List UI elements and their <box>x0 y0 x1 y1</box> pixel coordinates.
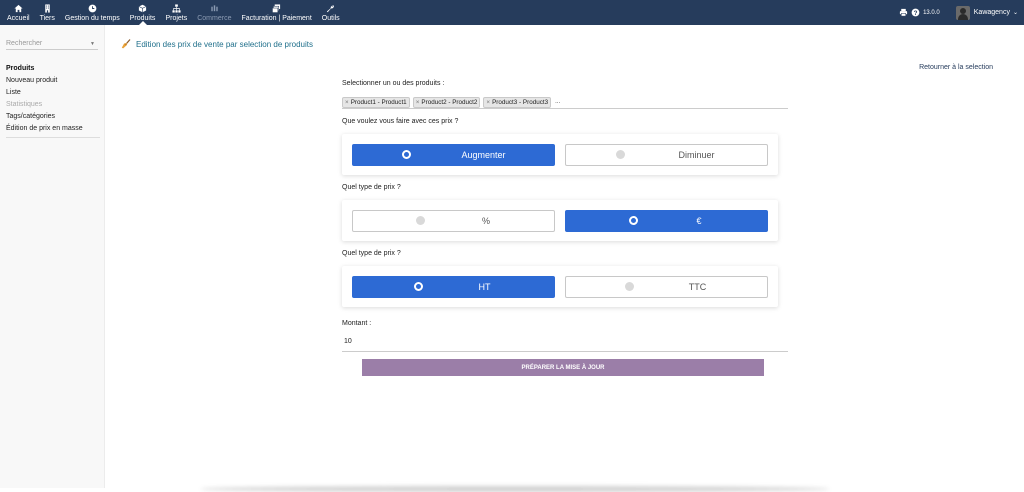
product-tag-label: Product3 - Product3 <box>492 98 549 106</box>
remove-tag-icon[interactable]: × <box>416 99 420 106</box>
search-placeholder: Rechercher <box>6 40 43 47</box>
print-icon[interactable] <box>899 8 908 17</box>
amount-value: 10 <box>344 338 352 345</box>
sidebar-item-tags-categories[interactable]: Tags/catégories <box>6 113 104 120</box>
option-ttc[interactable]: TTC <box>565 275 768 298</box>
nav-label: Commerce <box>197 14 232 22</box>
option-label: HT <box>478 281 491 292</box>
help-icon[interactable]: ? <box>911 8 920 17</box>
sidebar-item-nouveau-produit[interactable]: Nouveau produit <box>6 77 104 84</box>
avatar[interactable] <box>955 5 970 20</box>
nav-item-produits[interactable]: Produits <box>125 0 161 25</box>
nav-item-tiers[interactable]: Tiers <box>35 0 60 25</box>
broom-icon <box>121 39 131 49</box>
version-label: 13.0.0 <box>923 9 940 16</box>
nav-label: Outils <box>321 14 340 22</box>
tax-type-card: HT TTC <box>342 266 778 307</box>
svg-text:?: ? <box>914 10 918 17</box>
page-bottom-shadow <box>200 486 830 492</box>
sidebar-divider <box>6 137 100 138</box>
option-augmenter[interactable]: Augmenter <box>352 143 555 166</box>
option-label: Augmenter <box>461 149 506 160</box>
cube-icon <box>138 4 147 12</box>
nav-label: Gestion du temps <box>64 14 120 22</box>
nav-label: Accueil <box>7 14 30 22</box>
option-label: Diminuer <box>678 149 715 160</box>
sidebar-item-statistiques: Statistiques <box>6 101 43 108</box>
username[interactable]: Kawagency <box>974 9 1010 16</box>
top-menu: Accueil Tiers Gestion du temps Produits … <box>0 0 345 25</box>
option-label: € <box>696 215 702 226</box>
back-to-selection-link[interactable]: Retourner à la selection <box>919 64 993 71</box>
product-tag-label: Product1 - Product1 <box>350 98 407 106</box>
product-tag: × Product2 - Product2 <box>412 96 481 108</box>
nav-label: Facturation | Paiement <box>241 14 312 22</box>
chevron-down-icon[interactable]: ⌄ <box>1013 9 1018 16</box>
top-right-tools: ? 13.0.0 Kawagency ⌄ <box>899 0 1024 25</box>
tax-type-label: Quel type de prix ? <box>342 250 401 257</box>
price-type-label: Quel type de prix ? <box>342 184 401 191</box>
page-title: Edition des prix de vente par selection … <box>136 39 313 49</box>
remove-tag-icon[interactable]: × <box>486 99 490 106</box>
option-percent[interactable]: % <box>352 209 555 232</box>
product-tag-label: Product2 - Product2 <box>421 98 478 106</box>
left-sidebar: Rechercher ▼ Produits Nouveau produit Li… <box>0 25 105 488</box>
sidebar-item-edition-prix-masse[interactable]: Édition de prix en masse <box>6 125 104 132</box>
product-tag: × Product3 - Product3 <box>483 96 552 108</box>
nav-item-outils[interactable]: Outils <box>317 0 345 25</box>
prepare-update-button[interactable]: PRÉPARER LA MISE À JOUR <box>362 359 764 376</box>
nav-item-projets[interactable]: Projets <box>160 0 192 25</box>
nav-item-accueil[interactable]: Accueil <box>2 0 35 25</box>
option-label: % <box>481 215 490 226</box>
file-invoice-icon <box>272 3 281 13</box>
nav-item-facturation-paiement[interactable]: Facturation | Paiement <box>236 0 316 25</box>
nav-label: Projets <box>165 14 188 22</box>
price-type-card: % € <box>342 200 778 241</box>
product-tag: × Product1 - Product1 <box>342 96 410 108</box>
nav-item-commerce[interactable]: Commerce <box>192 0 236 25</box>
suitcase-icon <box>211 4 218 11</box>
option-diminuer[interactable]: Diminuer <box>565 143 768 166</box>
amount-label: Montant : <box>342 320 372 327</box>
amount-input[interactable]: 10 <box>342 338 788 352</box>
sidebar-menu-title[interactable]: Produits <box>6 65 104 72</box>
sidebar-menu: Produits Nouveau produit Liste Statistiq… <box>0 65 104 138</box>
nav-label: Tiers <box>39 14 55 22</box>
wrench-icon <box>327 4 335 12</box>
chevron-down-icon: ▼ <box>90 40 95 47</box>
nav-item-gestion-du-temps[interactable]: Gestion du temps <box>60 0 125 25</box>
price-update-form: Selectionner un ou des produits : × Produ… <box>342 80 788 352</box>
sidebar-item-liste[interactable]: Liste <box>6 89 104 96</box>
top-navigation-bar: Accueil Tiers Gestion du temps Produits … <box>0 0 1024 25</box>
clock-icon <box>88 4 97 12</box>
option-euro[interactable]: € <box>565 209 768 232</box>
option-ht[interactable]: HT <box>352 275 555 298</box>
remove-tag-icon[interactable]: × <box>345 99 349 106</box>
nav-label: Produits <box>129 14 156 22</box>
more-products-indicator: ... <box>555 99 561 105</box>
page-header: Edition des prix de vente par selection … <box>121 39 313 49</box>
search-select[interactable]: Rechercher ▼ <box>6 38 98 50</box>
building-icon <box>44 3 50 13</box>
products-label: Selectionner un ou des produits : <box>342 80 445 87</box>
sitemap-icon <box>172 3 181 13</box>
option-label: TTC <box>688 281 707 292</box>
action-choice-card: Augmenter Diminuer <box>342 134 778 175</box>
products-multiselect[interactable]: × Product1 - Product1 × Product2 - Product… <box>342 96 788 109</box>
action-label: Que voulez vous faire avec ces prix ? <box>342 118 459 125</box>
home-icon <box>14 4 23 12</box>
